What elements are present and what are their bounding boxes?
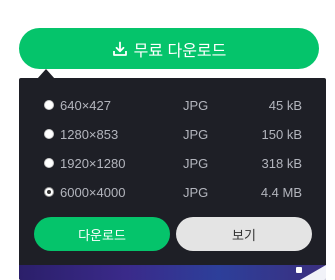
option-size: 318 kB — [261, 156, 302, 171]
option-size: 4.4 MB — [260, 185, 302, 200]
radio-button[interactable] — [44, 100, 54, 110]
option-size: 150 kB — [261, 127, 302, 142]
free-download-button[interactable]: 무료 다운로드 — [19, 28, 319, 69]
preview-corner — [300, 265, 326, 280]
option-resolution: 640×427 — [60, 98, 111, 113]
option-row-6000[interactable]: 6000×4000 JPG 4.4 MB — [19, 181, 326, 207]
download-options-panel: 640×427 JPG 45 kB 1280×853 JPG 150 kB 19… — [19, 78, 326, 280]
option-row-1920[interactable]: 1920×1280 JPG 318 kB — [19, 152, 326, 178]
download-button[interactable]: 다운로드 — [34, 217, 170, 251]
option-resolution: 6000×4000 — [60, 185, 126, 200]
radio-button[interactable] — [44, 158, 54, 168]
option-format: JPG — [183, 98, 209, 113]
option-resolution: 1280×853 — [60, 127, 119, 142]
view-button-label: 보기 — [232, 227, 256, 243]
radio-button-selected[interactable] — [44, 187, 54, 197]
option-size: 45 kB — [268, 98, 302, 113]
view-button[interactable]: 보기 — [176, 217, 312, 251]
free-download-label: 무료 다운로드 — [133, 42, 227, 60]
radio-button[interactable] — [44, 129, 54, 139]
option-row-640[interactable]: 640×427 JPG 45 kB — [19, 94, 326, 120]
option-row-1280[interactable]: 1280×853 JPG 150 kB — [19, 123, 326, 149]
option-format: JPG — [183, 156, 209, 171]
image-preview-strip — [19, 265, 326, 280]
option-format: JPG — [183, 185, 209, 200]
download-button-label: 다운로드 — [78, 227, 126, 243]
dropdown-caret — [37, 69, 55, 79]
option-format: JPG — [183, 127, 209, 142]
option-resolution: 1920×1280 — [60, 156, 126, 171]
download-icon — [112, 41, 127, 56]
